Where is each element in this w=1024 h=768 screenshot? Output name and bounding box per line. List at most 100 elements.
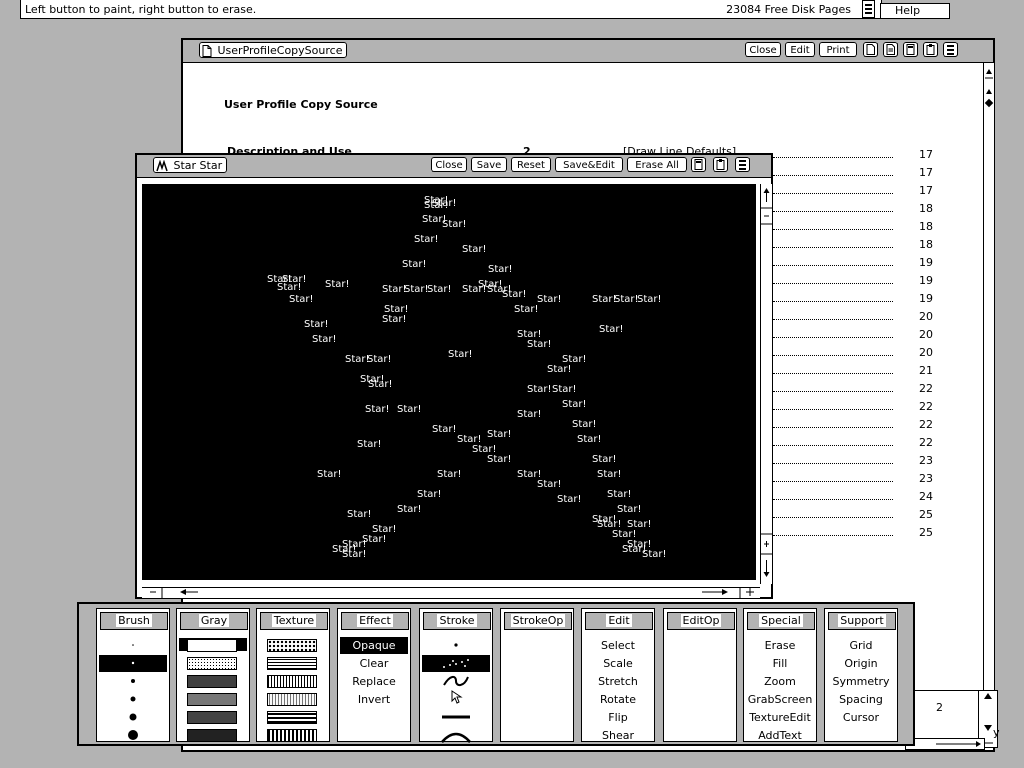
secondary-hscroll[interactable]: [905, 738, 985, 750]
doc-edit-button[interactable]: Edit: [785, 42, 815, 57]
texture-swatch-bars[interactable]: [267, 711, 317, 724]
effect-menu-header[interactable]: Effect: [341, 612, 409, 630]
special-textureedit[interactable]: TextureEdit: [746, 709, 814, 726]
gray-swatch-darker[interactable]: [187, 711, 237, 724]
painted-star-text: Star!: [592, 294, 617, 305]
edit-menu-header[interactable]: Edit: [585, 612, 653, 630]
paint-title-tab[interactable]: Star Star: [153, 157, 228, 173]
toc-page-number: 22: [919, 382, 933, 395]
support-symmetry[interactable]: Symmetry: [827, 673, 895, 690]
texture-swatch-lines[interactable]: [267, 657, 317, 670]
gray-swatch-light[interactable]: [187, 657, 237, 670]
texture-swatch-vlines[interactable]: [267, 675, 317, 688]
special-zoom[interactable]: Zoom: [746, 673, 814, 690]
effect-invert[interactable]: Invert: [340, 691, 408, 708]
support-spacing[interactable]: Spacing: [827, 691, 895, 708]
toc-row: 20: [773, 326, 943, 344]
paint-close-button[interactable]: Close: [431, 157, 467, 172]
paint-horizontal-scrollbar[interactable]: [142, 587, 760, 598]
brush-size-6[interactable]: [99, 727, 167, 744]
scroll-up-icon[interactable]: [761, 184, 772, 584]
effect-replace[interactable]: Replace: [340, 673, 408, 690]
toc-page-number: 19: [919, 256, 933, 269]
stroke-arc[interactable]: [422, 727, 490, 744]
page-icon[interactable]: [691, 157, 706, 172]
window-menu-icon[interactable]: [943, 42, 958, 57]
edit-select[interactable]: Select: [584, 637, 652, 654]
paint-reset-button[interactable]: Reset: [511, 157, 551, 172]
edit-flip[interactable]: Flip: [584, 709, 652, 726]
toc-row: 19: [773, 272, 943, 290]
help-button[interactable]: Help: [880, 3, 950, 19]
clipboard-icon[interactable]: [923, 42, 938, 57]
editop-menu-header[interactable]: EditOp: [667, 612, 735, 630]
toc-row: 22: [773, 434, 943, 452]
special-grabscreen[interactable]: GrabScreen: [746, 691, 814, 708]
free-disk-pages: 23084 Free Disk Pages: [726, 3, 851, 16]
special-fill[interactable]: Fill: [746, 655, 814, 672]
status-bar: Left button to paint, right button to er…: [20, 0, 882, 19]
secondary-window: 2: [905, 690, 979, 740]
stroke-cursor-icon[interactable]: [422, 689, 490, 706]
doc-print-button[interactable]: Print: [819, 42, 857, 57]
support-menu-header[interactable]: Support: [828, 612, 896, 630]
brush-size-3[interactable]: [99, 673, 167, 690]
scroll-arrows-icon[interactable]: [984, 67, 994, 127]
edit-shear[interactable]: Shear: [584, 727, 652, 744]
painted-star-text: Star!: [397, 504, 422, 515]
brush-size-5[interactable]: [99, 709, 167, 726]
gray-swatch-medium[interactable]: [187, 675, 237, 688]
special-addtext[interactable]: AddText: [746, 727, 814, 744]
doc-close-button[interactable]: Close: [745, 42, 781, 57]
toc-page-number: 17: [919, 184, 933, 197]
toc-leader: [773, 301, 893, 302]
edit-rotate[interactable]: Rotate: [584, 691, 652, 708]
texture-swatch-columns[interactable]: [267, 729, 317, 742]
support-cursor[interactable]: Cursor: [827, 709, 895, 726]
stroke-scatter[interactable]: [422, 655, 490, 672]
brush-size-2[interactable]: [99, 655, 167, 672]
edit-stretch[interactable]: Stretch: [584, 673, 652, 690]
special-erase[interactable]: Erase: [746, 637, 814, 654]
brush-menu-header[interactable]: Brush: [100, 612, 168, 630]
page-icon[interactable]: [903, 42, 918, 57]
gray-swatch-dark[interactable]: [187, 693, 237, 706]
document-titlebar[interactable]: UserProfileCopySource Close Edit Print: [183, 40, 993, 63]
stroke-wave[interactable]: [422, 673, 490, 690]
document-lines-icon[interactable]: [883, 42, 898, 57]
stroke-menu-header[interactable]: Stroke: [423, 612, 491, 630]
brush-size-4[interactable]: [99, 691, 167, 708]
new-document-icon[interactable]: [863, 42, 878, 57]
brush-size-1[interactable]: [99, 637, 167, 654]
paint-vertical-scrollbar[interactable]: [760, 184, 772, 584]
document-scrollbar[interactable]: [983, 63, 994, 743]
texture-swatch-dots[interactable]: [267, 639, 317, 652]
edit-scale[interactable]: Scale: [584, 655, 652, 672]
texture-menu-header[interactable]: Texture: [260, 612, 328, 630]
support-origin[interactable]: Origin: [827, 655, 895, 672]
paint-save-edit-button[interactable]: Save&Edit: [555, 157, 623, 172]
support-grid[interactable]: Grid: [827, 637, 895, 654]
clipboard-icon[interactable]: [713, 157, 728, 172]
strokeop-menu-header[interactable]: StrokeOp: [504, 612, 572, 630]
scroll-left-icon[interactable]: [142, 588, 760, 598]
stroke-dot[interactable]: [422, 637, 490, 654]
effect-opaque[interactable]: Opaque: [340, 637, 408, 654]
toc-page-number: 18: [919, 238, 933, 251]
document-title-tab[interactable]: UserProfileCopySource: [199, 42, 348, 58]
gray-menu-header[interactable]: Gray: [180, 612, 248, 630]
gray-swatch-black[interactable]: [187, 729, 237, 742]
texture-swatch-fine[interactable]: [267, 693, 317, 706]
effect-clear[interactable]: Clear: [340, 655, 408, 672]
stroke-line[interactable]: [422, 709, 490, 726]
paint-erase-all-button[interactable]: Erase All: [627, 157, 687, 172]
menu-icon[interactable]: [862, 0, 875, 18]
paint-canvas[interactable]: Star! Star! Star! Star! Star! Star! Star! Star!…: [142, 184, 756, 580]
paint-save-button[interactable]: Save: [471, 157, 507, 172]
paint-titlebar[interactable]: Star Star Close Save Reset Save&Edit Era…: [137, 155, 771, 178]
toc-leader: [773, 535, 893, 536]
gray-swatch-white[interactable]: [187, 639, 237, 652]
painted-star-text: Star!: [599, 324, 624, 335]
window-menu-icon[interactable]: [735, 157, 750, 172]
special-menu-header[interactable]: Special: [747, 612, 815, 630]
